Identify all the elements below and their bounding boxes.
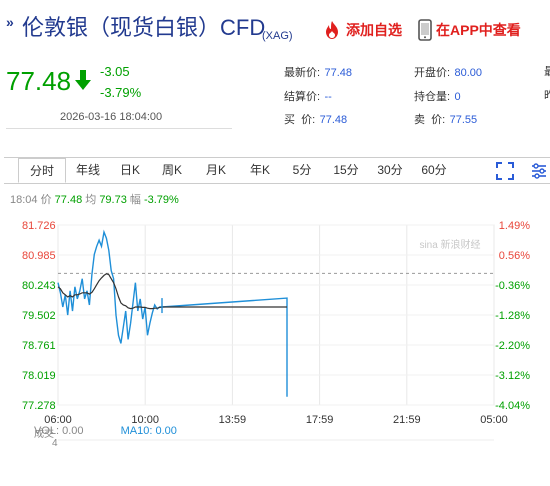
y-tick-label: 78.019 [22,370,56,382]
price-series-line [57,229,288,397]
y-tick-label: 77.278 [22,400,56,412]
watermark: sina 新浪财经 [419,238,480,251]
y-tick-label: 80.243 [22,280,56,292]
x-tick-label: 17:59 [306,414,334,426]
pct-tick-label: 0.56% [499,250,530,262]
pct-tick-label: -4.04% [495,400,530,412]
pct-tick-label: -2.20% [495,340,530,352]
volume-label: 成交 [34,429,54,440]
x-tick-label: 13:59 [219,414,247,426]
pct-tick-label: -0.36% [495,280,530,292]
y-tick-label: 80.985 [22,250,56,262]
y-tick-label: 81.726 [22,220,56,232]
y-tick-label: 79.502 [22,310,56,322]
pct-tick-label: -1.28% [495,310,530,322]
x-tick-label: 21:59 [393,414,421,426]
volume-sub: 4 [52,438,58,449]
volume-ma: MA10: 0.00 [120,425,177,437]
pct-tick-label: 1.49% [499,220,530,232]
x-tick-label: 05:00 [480,414,508,426]
volume-legend: VOL: 0.00 MA10: 0.00 [34,425,177,437]
avg-series-line [57,273,287,310]
y-tick-label: 78.761 [22,340,56,352]
intraday-chart: sina 新浪财经 81.726 80.985 80.243 79.502 78.761… [22,220,530,441]
pct-tick-label: -3.12% [495,370,530,382]
